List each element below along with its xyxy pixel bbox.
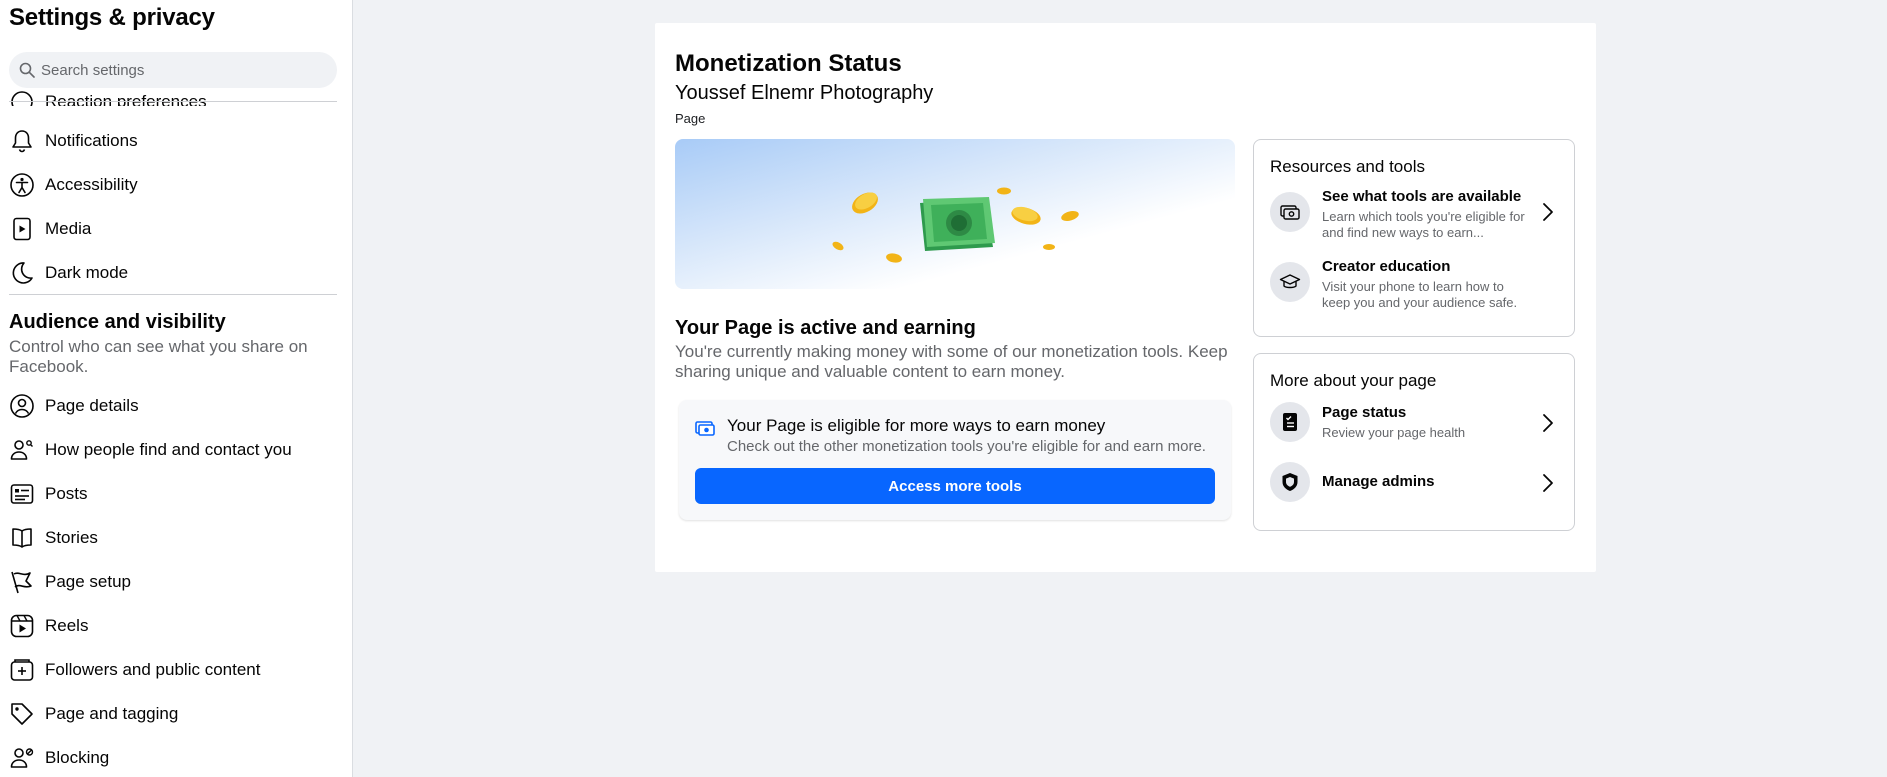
eligible-subtitle: Check out the other monetization tools y… [727, 438, 1206, 455]
sidebar-item-label: Stories [45, 528, 98, 547]
search-input[interactable] [41, 61, 321, 79]
sidebar-item-label: Page setup [45, 572, 132, 591]
divider [9, 294, 337, 295]
book-icon [8, 524, 36, 552]
row-title: Manage admins [1322, 473, 1435, 490]
sidebar-item-dark-mode[interactable]: Dark mode [0, 251, 352, 295]
sidebar-item-label: Reels [45, 616, 89, 635]
creator-education-row[interactable]: Creator education Visit your phone to le… [1254, 258, 1574, 320]
sidebar-item-label: Media [45, 219, 92, 238]
sidebar-item-blocking[interactable]: Blocking [0, 736, 352, 777]
accessibility-icon [8, 171, 36, 199]
tools-available-row[interactable]: See what tools are available Learn which… [1254, 188, 1574, 250]
sidebar-item-notifications[interactable]: Notifications [0, 119, 352, 163]
row-subtitle: Learn which tools you're eligible for an… [1322, 209, 1525, 240]
monetization-status-card: Monetization Status Youssef Elnemr Photo… [655, 23, 1596, 572]
access-more-tools-button[interactable]: Access more tools [695, 468, 1215, 504]
sidebar-item-posts[interactable]: Posts [0, 472, 352, 516]
graduation-cap-icon [1270, 262, 1310, 302]
eligible-title: Your Page is eligible for more ways to e… [727, 416, 1106, 435]
sidebar-item-label: How people find and contact you [45, 440, 292, 459]
row-title: Page status [1322, 404, 1407, 421]
monetization-hero-illustration [675, 139, 1235, 289]
sidebar-title: Settings & privacy [9, 4, 215, 31]
block-user-icon [8, 744, 36, 772]
active-status-title: Your Page is active and earning [675, 317, 976, 339]
row-title: Creator education [1322, 258, 1451, 275]
sidebar-item-page-details[interactable]: Page details [0, 384, 352, 428]
add-content-icon [8, 656, 36, 684]
chevron-right-icon [1543, 474, 1553, 492]
flag-icon [8, 568, 36, 596]
sidebar-item-label: Notifications [45, 131, 138, 150]
money-tools-icon [1270, 192, 1310, 232]
tag-icon [8, 700, 36, 728]
people-search-icon [8, 436, 36, 464]
sidebar-item-accessibility[interactable]: Accessibility [0, 163, 352, 207]
shield-icon [1270, 462, 1310, 502]
page-status-row[interactable]: Page status Review your page health [1254, 402, 1574, 446]
reels-icon [8, 612, 36, 640]
sidebar-item-reaction-preferences[interactable]: Reaction preferences [0, 86, 352, 106]
moon-icon [8, 259, 36, 287]
money-illustration [832, 187, 1079, 263]
sidebar-item-find-and-contact[interactable]: How people find and contact you [0, 428, 352, 472]
checklist-icon [1270, 402, 1310, 442]
resources-panel-title: Resources and tools [1270, 157, 1425, 176]
row-subtitle: Visit your phone to learn how to keep yo… [1322, 279, 1518, 310]
chevron-right-icon [1543, 414, 1553, 432]
sidebar-item-label: Page and tagging [45, 704, 179, 723]
page-name: Youssef Elnemr Photography [675, 82, 934, 104]
section-subtitle-audience: Control who can see what you share on Fa… [9, 337, 308, 376]
row-subtitle: Review your page health [1322, 425, 1466, 440]
sidebar-item-label: Blocking [45, 748, 110, 767]
money-tools-icon [695, 421, 715, 436]
divider [9, 101, 337, 102]
sidebar-item-reels[interactable]: Reels [0, 604, 352, 648]
search-box[interactable] [9, 52, 337, 88]
sidebar-item-page-tagging[interactable]: Page and tagging [0, 692, 352, 736]
page-title: Monetization Status [675, 50, 902, 77]
bell-icon [8, 127, 36, 155]
section-title-audience: Audience and visibility [9, 311, 226, 333]
sidebar-item-label: Followers and public content [45, 660, 261, 679]
sidebar-item-media[interactable]: Media [0, 207, 352, 251]
reaction-icon [8, 88, 36, 106]
eligible-banner: Your Page is eligible for more ways to e… [679, 400, 1231, 520]
more-about-page-panel: More about your page Page status Review … [1253, 353, 1575, 531]
sidebar-item-label: Dark mode [45, 263, 129, 282]
page-type-label: Page [675, 111, 706, 126]
row-title: See what tools are available [1322, 188, 1522, 205]
manage-admins-row[interactable]: Manage admins [1254, 462, 1574, 506]
posts-icon [8, 480, 36, 508]
chevron-right-icon [1543, 203, 1553, 221]
media-icon [8, 215, 36, 243]
active-status-description: You're currently making money with some … [675, 342, 1228, 381]
sidebar-item-label: Reaction preferences [45, 92, 207, 106]
search-icon [19, 62, 35, 78]
sidebar-item-label: Posts [45, 484, 88, 503]
sidebar-item-stories[interactable]: Stories [0, 516, 352, 560]
profile-icon [8, 392, 36, 420]
sidebar-item-label: Accessibility [45, 175, 138, 194]
sidebar-item-followers[interactable]: Followers and public content [0, 648, 352, 692]
settings-sidebar: Settings & privacy Reaction preferences … [0, 0, 353, 777]
sidebar-item-label: Page details [45, 396, 139, 415]
more-panel-title: More about your page [1270, 371, 1437, 390]
resources-panel: Resources and tools See what tools are a… [1253, 139, 1575, 337]
sidebar-item-page-setup[interactable]: Page setup [0, 560, 352, 604]
